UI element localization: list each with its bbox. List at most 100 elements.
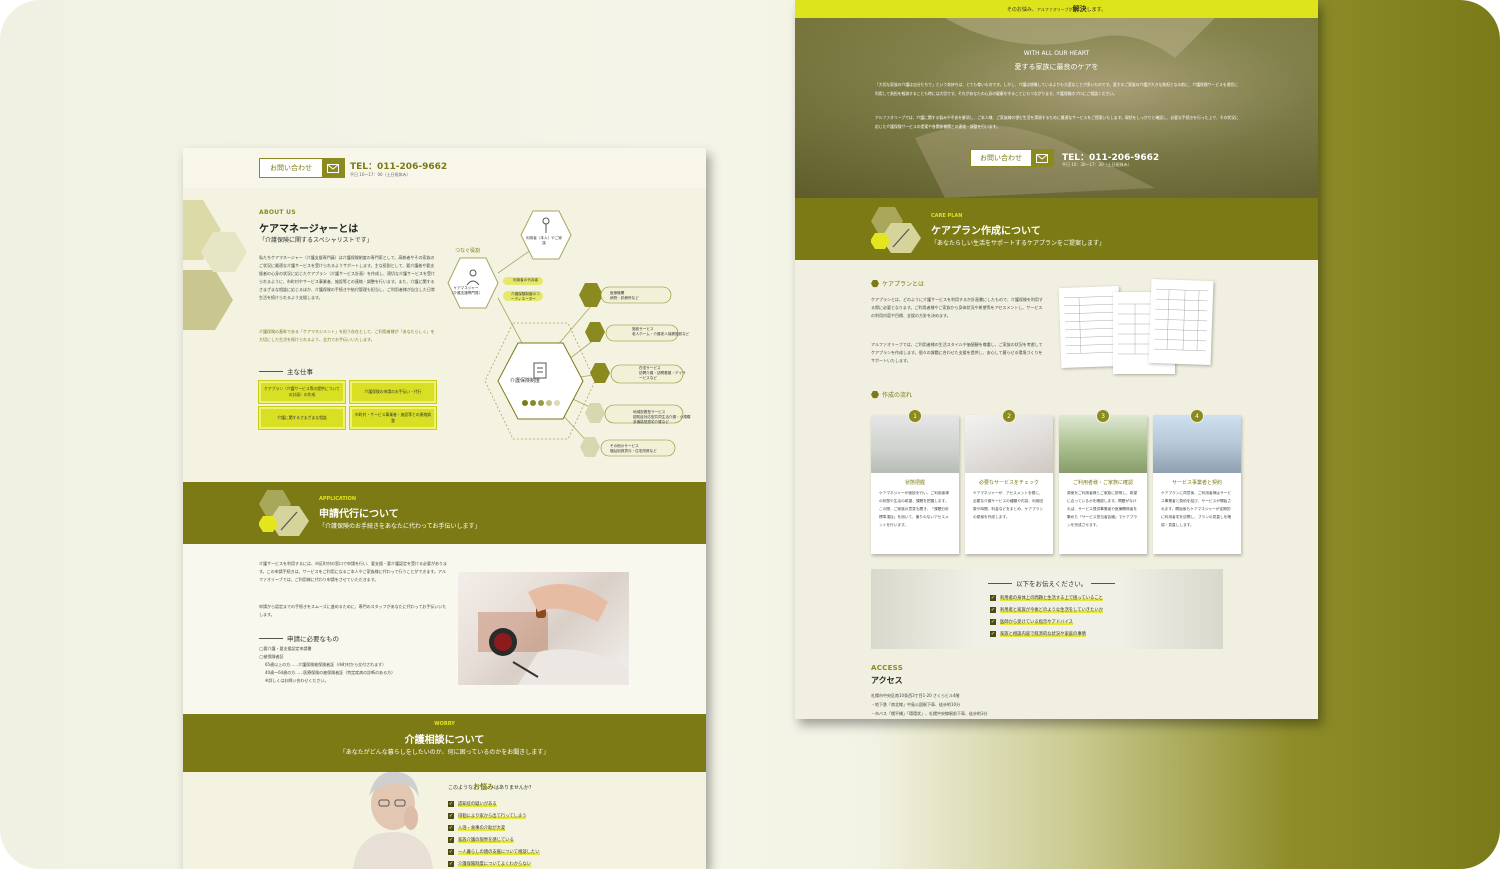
application-quote: 「介護保険のお手続きをあなたに代わってお手伝いします」	[319, 523, 481, 530]
service-node-sub: 福祉用具貸与・住宅改修など	[610, 449, 657, 453]
access-route-1: ・地下鉄「南北線」中島公園駅下車、徒歩約10分	[871, 702, 961, 707]
service-node-title: 医療機関	[610, 291, 625, 295]
service-node: 施設サービス 老人ホーム・介護老人保健施設など	[632, 327, 689, 337]
worry-quote: 「あなたがどんな暮らしをしたいのか、何に困っているのかをお聞きします」	[339, 749, 550, 756]
application-paragraph-2: 申請から認定までの手続きをスムーズに進めるために、専門のスタッフがあなたに代わっ…	[259, 604, 447, 617]
needs-item: ※詳しくはお問い合わせください。	[265, 678, 329, 683]
service-node-title: その他のサービス	[610, 444, 639, 448]
worry-check-item: ✓ 徘徊により家から出て行ってしまう	[448, 810, 540, 822]
tel-number: TEL：011-206-9662	[350, 162, 448, 172]
notice-text: 家族と相談内容で経済的な状況や家庭の事情	[1000, 631, 1086, 637]
about-paragraph-2: 介護保険の基幹である「ケアマネジメント」を担う存在として、ご利用者様が「あなたら…	[259, 329, 435, 342]
service-node: 地域密着型サービス 認知症対応型共同生活介護・小規模多機能型居宅介護など	[633, 410, 691, 425]
hexagon-bullet-icon	[871, 279, 879, 288]
service-node-title: 地域密着型サービス	[633, 410, 666, 414]
business-hours: 平日 10〜17：00（土日祝休み）	[350, 172, 411, 177]
notice-title: 以下をお伝えください。	[1016, 580, 1088, 588]
checkbox-icon: ✓	[990, 595, 996, 601]
needs-item: 40歳〜64歳の方……医療保険の被保険者証（特定疾病の診断のある方）	[265, 670, 396, 675]
contact-button[interactable]: お問い合わせ	[259, 158, 345, 178]
topbar-post: します。	[1086, 7, 1107, 13]
careplan-form-document	[1148, 278, 1214, 366]
application-title: 申請代行について	[319, 509, 399, 520]
careplan-tag: CARE PLAN	[931, 213, 963, 219]
checkbox-icon: ✓	[448, 837, 454, 843]
flow-heading: 作成の流れ	[871, 390, 912, 399]
care-network-diagram	[447, 210, 684, 457]
job-item: ケアプラン（介護サービス等の提供についての計画）の作成	[259, 381, 345, 403]
checkbox-icon: ✓	[448, 801, 454, 807]
hero-contact-label: お問い合わせ	[980, 154, 1022, 162]
jobs-heading-text: 主な仕事	[287, 368, 313, 376]
service-node-sub: 病院・診療所など	[610, 296, 639, 300]
flow-step-card: サービス事業者と契約 ケアプランに同意後、ご利用者様はサービス事業者と契約を結び…	[1153, 415, 1241, 554]
service-node-sub: 老人ホーム・介護老人保健施設など	[632, 332, 690, 336]
needs-item: ◯被保険者証	[259, 654, 284, 659]
hexagon-decoration	[183, 200, 247, 330]
flow-step-number: 3	[1096, 409, 1110, 423]
hero-hours: 平日 10：30〜17：30（土日祝休み）	[1062, 162, 1132, 167]
worry-question: このようなお悩みはありませんか？	[448, 782, 534, 792]
hero-contact-button[interactable]: お問い合わせ	[970, 149, 1054, 167]
application-paragraph-1: 介護サービスを利用するには、市区町村の窓口で申請を行い、要支援・要介護認定を受け…	[259, 561, 447, 582]
checkbox-icon: ✓	[448, 825, 454, 831]
worry-check-item: ✓ 一人暮らしの親の支援について相談したい	[448, 846, 540, 858]
jobs-heading: 主な仕事	[259, 366, 313, 376]
diagram-care-manager-label: ケアマネジャー （介護支援専門員）	[449, 286, 483, 296]
service-node-sub: 認知症対応型共同生活介護・小規模多機能型居宅介護など	[633, 415, 691, 424]
checkbox-icon: ✓	[448, 861, 454, 867]
document-signing-photo	[965, 415, 1053, 473]
checkbox-icon: ✓	[990, 631, 996, 637]
notice-item: ✓ 利用者と家族が今後どのような生活をしていきたいか	[990, 604, 1103, 616]
job-item: 介護保険の申請のお手伝い・代行	[350, 381, 436, 403]
hexagon-bullet-icon	[871, 390, 879, 399]
diagram-user-label: 利用者（本人）やご家族	[526, 236, 562, 245]
diagram-care-manager-title: ケアマネジャー	[453, 286, 479, 290]
needs-item: 65歳以上の方……介護保険被保険者証（市町村から交付されます）	[265, 662, 387, 667]
job-item: 介護に関するさまざまな相談	[259, 407, 345, 429]
service-node: 医療機関 病院・診療所など	[610, 291, 639, 301]
flow-step-title: サービス事業者と契約	[1171, 480, 1222, 486]
diagram-center-label: 介護保険制度	[510, 378, 541, 384]
job-item: 市町村・サービス事業者・施設等との連絡調整	[350, 407, 436, 429]
service-node-sub: 訪問介護・訪問看護・デイサービスなど	[639, 371, 686, 380]
stamp-photo	[458, 572, 629, 685]
flow-step-number: 2	[1002, 409, 1016, 423]
notice-item: ✓ 医師から受けている指示やアドバイス	[990, 616, 1103, 628]
worry-check-text: 認知症の疑いがある	[458, 801, 497, 807]
diagram-small-label-2: 介護保険制度のコーディネーター	[511, 292, 540, 301]
worry-check-text: 一人暮らしの親の支援について相談したい	[458, 849, 540, 855]
hero-paragraph-2: アルファオリーブでは、介護に関する悩みや不安を解消し、ご本人様、ご家族様の望む生…	[875, 115, 1239, 129]
hero-english-title: WITH ALL OUR HEART	[1023, 50, 1090, 57]
flow-title: 作成の流れ	[882, 392, 913, 399]
about-quote: 「介護保険に関するスペシャリストです」	[259, 237, 373, 244]
flow-step-card: 必要なサービスをチェック ケアマネジャーが、アセスメントを基に、必要な介護サービ…	[965, 415, 1053, 554]
worry-check-text: 介護保険制度についてよくわからない	[458, 861, 531, 867]
family-outdoor-photo	[1059, 415, 1147, 473]
worry-question-emphasis: お悩み	[473, 783, 495, 791]
worry-check-item: ✓ 入浴・食事の介助が大変	[448, 822, 540, 834]
pen-hexagon-icon	[871, 207, 921, 253]
flow-step-text: ケアプランに同意後、ご利用者様はサービス事業者と契約を結び、サービスが開始されま…	[1161, 491, 1232, 527]
careplan-about-title: ケアプランとは	[882, 281, 925, 288]
topbar-pre: そのお悩み、	[1006, 7, 1037, 13]
about-paragraph-1: 私たちケアマネージャー（介護支援専門員）は介護保険制度の専門家として、高齢者やそ…	[259, 255, 435, 300]
diagram-small-label-1: 利用者の代弁者	[513, 278, 539, 282]
about-title: ケアマネージャーとは	[259, 224, 359, 235]
meeting-room-photo	[871, 415, 959, 473]
right-page-mockup: そのお悩み、アルファオリーブが解決します。 WITH ALL OUR HEART…	[795, 0, 1318, 719]
careplan-form-document	[1058, 285, 1122, 369]
worry-check-item: ✓ 認知症の疑いがある	[448, 798, 540, 810]
worry-title: 介護相談について	[404, 735, 485, 746]
notice-item: ✓ 利用者の身体上の問題と生活する上で困っていること	[990, 592, 1103, 604]
worry-check-text: 家族介護の限界を感じている	[458, 837, 514, 843]
worry-check-text: 徘徊により家から出て行ってしまう	[458, 813, 527, 819]
mail-icon	[1031, 150, 1053, 166]
needs-list: ◯要介護・要支援認定申請書 ◯被保険者証 65歳以上の方……介護保険被保険者証（…	[259, 645, 459, 685]
careplan-paragraph-1: ケアプランとは、どのように介護サービスを利用するか計画書にしたもので、介護保険を…	[871, 297, 1043, 318]
worry-check-item: ✓ 介護保険制度についてよくわからない	[448, 858, 540, 869]
careplan-about-heading: ケアプランとは	[871, 279, 924, 288]
contact-button-label: お問い合わせ	[270, 164, 312, 172]
about-tag: ABOUT US	[259, 209, 296, 216]
notice-heading: 以下をお伝えください。	[988, 578, 1116, 588]
